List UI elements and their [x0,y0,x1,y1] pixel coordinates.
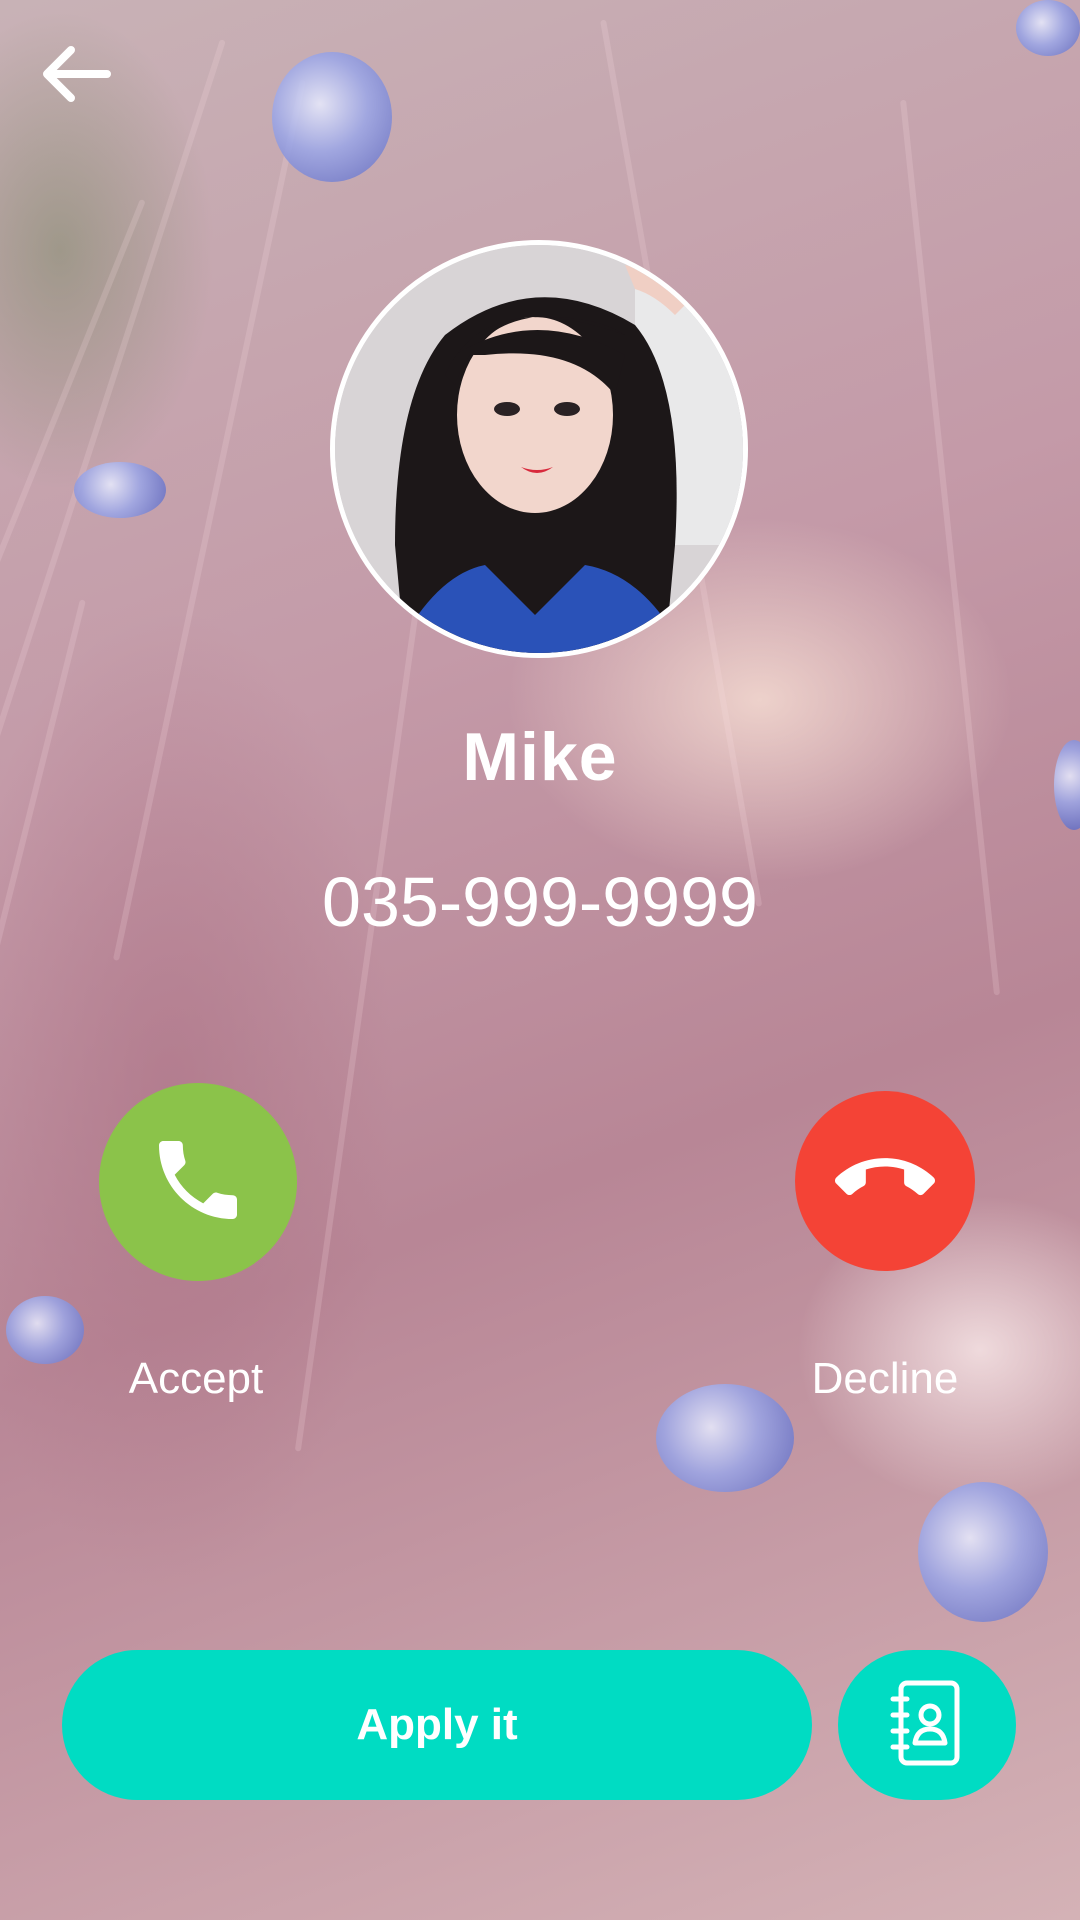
contacts-button[interactable] [838,1650,1016,1800]
caller-name: Mike [462,719,618,795]
decline-call-button[interactable] [795,1091,975,1271]
arrow-left-icon [37,42,113,111]
contact-book-icon [887,1677,967,1774]
caller-photo [335,245,743,653]
phone-hangup-icon [835,1129,935,1234]
caller-number: 035-999-9999 [322,863,758,941]
accept-label: Accept [128,1354,264,1403]
decline-label: Decline [811,1354,959,1403]
caller-avatar [330,240,748,658]
apply-button[interactable]: Apply it [62,1650,812,1800]
accept-call-button[interactable] [99,1083,297,1281]
phone-icon [146,1128,250,1237]
back-button[interactable] [30,36,120,116]
